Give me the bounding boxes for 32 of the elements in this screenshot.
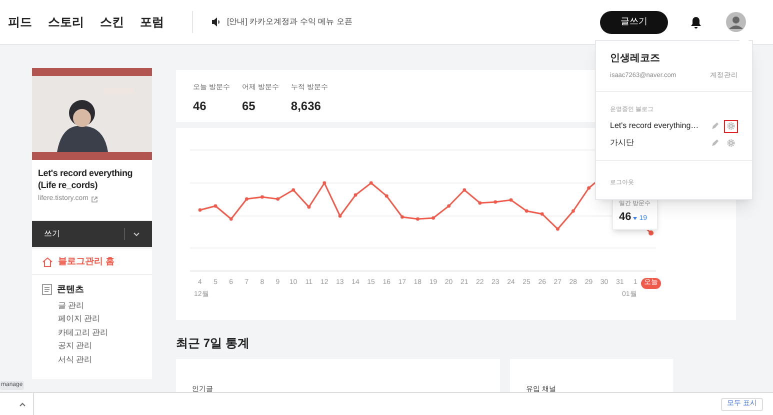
- nav-link[interactable]: 스킨: [100, 13, 124, 31]
- section-heading: 최근 7일 통계: [176, 335, 250, 352]
- blog-link[interactable]: Let's record everything…: [610, 120, 711, 132]
- bell-icon[interactable]: [690, 16, 702, 28]
- menu-item[interactable]: 카테고리 관리: [32, 326, 152, 339]
- notice-link[interactable]: [안내] 카카오계정과 수익 메뉴 오픈: [227, 16, 352, 28]
- chevron-down-icon[interactable]: [133, 232, 140, 236]
- down-triangle-icon: [633, 217, 638, 220]
- stat-value: 46: [193, 98, 208, 114]
- gear-button[interactable]: [724, 120, 738, 133]
- section-title: 콘텐츠: [57, 283, 84, 296]
- avatar[interactable]: [726, 12, 746, 32]
- document-icon: [42, 284, 52, 296]
- nav-link[interactable]: 피드: [8, 13, 32, 31]
- blog-link[interactable]: 가시단: [610, 137, 711, 150]
- nav-link[interactable]: 스토리: [48, 13, 84, 31]
- menu-item[interactable]: 페이지 관리: [32, 312, 152, 326]
- stat-value: 8,636: [290, 98, 322, 114]
- account-name: 인생레코즈: [610, 52, 661, 66]
- menu-item[interactable]: 공지 관리: [32, 339, 152, 352]
- write-label[interactable]: 쓰기: [44, 228, 124, 240]
- blog-title: Let's record everything (Life re_cords): [38, 167, 134, 191]
- chevron-up-icon[interactable]: [19, 402, 26, 406]
- speaker-icon: [211, 17, 221, 27]
- write-button[interactable]: 글쓰기: [600, 10, 668, 34]
- tooltip-value: 46: [619, 210, 632, 225]
- stat-value: 65: [242, 98, 256, 114]
- home-icon: [42, 256, 53, 266]
- menu-item[interactable]: 글 관리: [32, 298, 152, 312]
- external-link-icon[interactable]: [91, 196, 98, 203]
- nav-link[interactable]: 포럼: [140, 13, 164, 31]
- menu-item[interactable]: 서식 관리: [32, 352, 152, 366]
